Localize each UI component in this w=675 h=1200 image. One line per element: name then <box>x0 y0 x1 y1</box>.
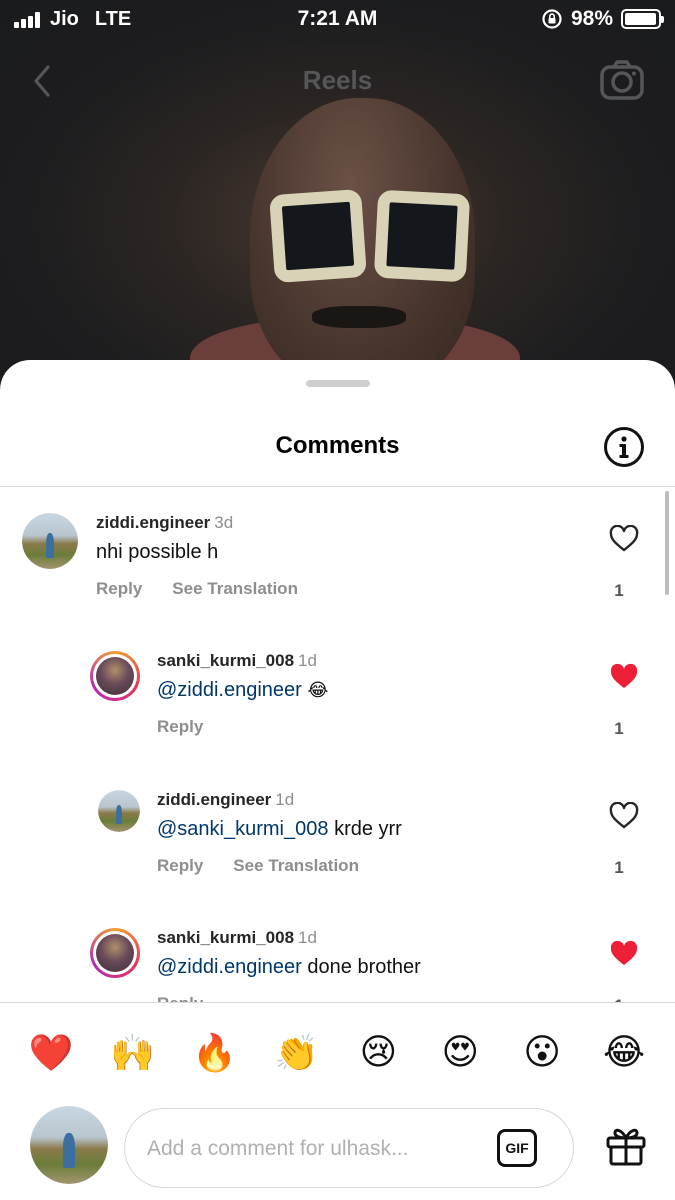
heart-filled-icon[interactable] <box>609 663 639 691</box>
gift-icon[interactable] <box>605 1124 647 1166</box>
emoji-heart[interactable]: ❤️ <box>21 1032 81 1074</box>
comment-age: 1d <box>298 928 317 947</box>
comment-input[interactable] <box>147 1129 487 1169</box>
sheet-title: Comments <box>275 432 400 459</box>
comment-username[interactable]: ziddi.engineer <box>96 513 210 532</box>
comment-actions: Reply See Translation <box>157 856 359 876</box>
comment-mention[interactable]: @ziddi.engineer <box>157 679 302 701</box>
comment-mention[interactable]: @sanki_kurmi_008 <box>157 818 329 840</box>
comments-sheet: Comments ziddi.engineer 3d nhi possible h… <box>0 360 675 1200</box>
emoji-heart-eyes[interactable]: 😍 <box>430 1032 490 1073</box>
emoji-crying[interactable]: 😢 <box>348 1032 408 1073</box>
comment-body: done brother <box>307 956 421 978</box>
gif-button[interactable]: GIF <box>497 1129 537 1167</box>
orientation-lock-icon <box>542 9 562 29</box>
avatar[interactable] <box>98 790 140 832</box>
comment-composer: GIF <box>0 1102 675 1200</box>
reply-button[interactable]: Reply <box>96 579 142 599</box>
emoji-laughing[interactable]: 😂 <box>594 1032 654 1073</box>
comment-text: @ziddi.engineer done brother <box>157 956 421 979</box>
comment-body: 😂 <box>307 680 329 701</box>
comment-age: 1d <box>298 651 317 670</box>
comment-body: krde yrr <box>334 818 402 840</box>
camera-icon[interactable] <box>599 59 645 101</box>
comment-header: sanki_kurmi_008 1d <box>157 928 317 948</box>
emoji-raised-hands[interactable]: 🙌 <box>103 1032 163 1074</box>
info-icon[interactable] <box>603 426 645 468</box>
comment-item: sanki_kurmi_008 1d @ziddi.engineer done b… <box>0 922 675 1002</box>
heart-outline-icon[interactable] <box>609 802 639 830</box>
quick-emoji-bar: ❤️ 🙌 🔥 👏 😢 😍 😮 😂 <box>0 1002 675 1102</box>
comment-username[interactable]: sanki_kurmi_008 <box>157 928 294 947</box>
comment-actions: Reply <box>157 994 203 1002</box>
comment-text: nhi possible h <box>96 541 218 564</box>
battery-percent: 98% <box>570 7 613 30</box>
comment-header: ziddi.engineer 3d <box>96 513 233 533</box>
reels-header: Reels <box>0 55 675 105</box>
avatar[interactable] <box>22 513 78 569</box>
reply-button[interactable]: Reply <box>157 994 203 1002</box>
comment-actions: Reply <box>157 717 203 737</box>
reels-title: Reels <box>302 65 373 95</box>
avatar <box>96 657 134 695</box>
story-ring[interactable] <box>90 651 140 701</box>
comment-header: ziddi.engineer 1d <box>157 790 294 810</box>
reply-button[interactable]: Reply <box>157 717 203 737</box>
comment-username[interactable]: ziddi.engineer <box>157 790 271 809</box>
avatar <box>96 934 134 972</box>
comment-age: 1d <box>275 790 295 809</box>
comments-list[interactable]: ziddi.engineer 3d nhi possible h Reply Se… <box>0 487 675 1002</box>
status-bar: Jio LTE 7:21 AM 98% <box>0 0 675 40</box>
comment-item: sanki_kurmi_008 1d @ziddi.engineer 😂 Repl… <box>0 645 675 765</box>
like-count: 1 <box>614 719 624 738</box>
comment-body: nhi possible h <box>96 541 219 563</box>
comment-mention[interactable]: @ziddi.engineer <box>157 956 302 978</box>
emoji-fire[interactable]: 🔥 <box>185 1032 245 1074</box>
self-avatar[interactable] <box>30 1106 108 1184</box>
sheet-grabber[interactable] <box>306 380 370 387</box>
video-subject-glasses <box>269 188 471 288</box>
story-ring[interactable] <box>90 928 140 978</box>
comment-actions: Reply See Translation <box>96 579 298 599</box>
heart-outline-icon[interactable] <box>609 525 639 553</box>
emoji-clap[interactable]: 👏 <box>267 1032 327 1074</box>
comment-item: ziddi.engineer 3d nhi possible h Reply Se… <box>0 507 675 627</box>
battery-icon <box>621 9 664 29</box>
comment-text: @ziddi.engineer 😂 <box>157 679 328 702</box>
comment-header: sanki_kurmi_008 1d <box>157 651 317 671</box>
like-count: 1 <box>614 858 624 877</box>
comment-text: @sanki_kurmi_008 krde yrr <box>157 818 402 841</box>
like-count: 1 <box>614 581 624 600</box>
see-translation-button[interactable]: See Translation <box>233 856 359 876</box>
comment-username[interactable]: sanki_kurmi_008 <box>157 651 294 670</box>
see-translation-button[interactable]: See Translation <box>172 579 298 599</box>
reply-button[interactable]: Reply <box>157 856 203 876</box>
video-subject-moustache <box>312 306 406 328</box>
heart-filled-icon[interactable] <box>609 940 639 968</box>
emoji-surprised[interactable]: 😮 <box>512 1032 572 1073</box>
comment-age: 3d <box>214 513 234 532</box>
comment-input-wrap[interactable]: GIF <box>124 1108 574 1188</box>
comment-item: ziddi.engineer 1d @sanki_kurmi_008 krde y… <box>0 784 675 904</box>
